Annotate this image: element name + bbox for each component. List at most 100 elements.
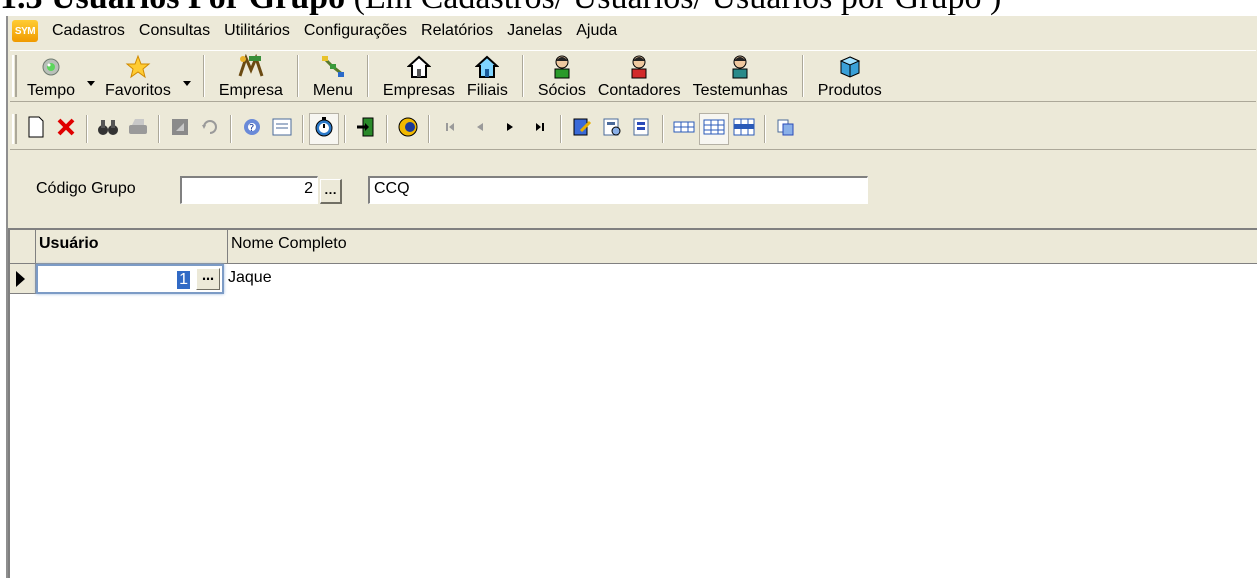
menu-janelas[interactable]: Janelas bbox=[501, 18, 570, 44]
tempo-button[interactable]: Tempo bbox=[21, 51, 96, 101]
toolbar-grip[interactable] bbox=[12, 55, 17, 97]
timer-button[interactable] bbox=[309, 112, 339, 145]
find-button[interactable] bbox=[93, 113, 123, 145]
usuario-lookup-button[interactable]: … bbox=[196, 268, 220, 290]
row-indicator[interactable] bbox=[10, 264, 36, 294]
toolbar-separator bbox=[428, 114, 430, 143]
empresas-label: Empresas bbox=[382, 82, 455, 99]
grid-select-icon bbox=[733, 117, 755, 141]
stopwatch-icon bbox=[313, 116, 335, 142]
toolbar-separator bbox=[662, 114, 664, 143]
users-grid: Usuário Nome Completo 1 … Jaque bbox=[8, 228, 1257, 578]
form-view-icon bbox=[272, 118, 292, 140]
new-record-button[interactable] bbox=[21, 113, 51, 145]
form-view-button[interactable] bbox=[267, 113, 297, 145]
main-toolbar: Tempo Favoritos Empresa Menu Empresas Fi… bbox=[10, 50, 1256, 102]
toolbar-grip[interactable] bbox=[12, 113, 17, 144]
table-row[interactable]: 1 … Jaque bbox=[10, 264, 1257, 294]
column-header-usuario[interactable]: Usuário bbox=[36, 230, 228, 264]
nome-completo-cell: Jaque bbox=[228, 269, 272, 286]
menu-cadastros[interactable]: Cadastros bbox=[46, 18, 133, 44]
prior-record-button[interactable] bbox=[465, 113, 495, 145]
box-icon bbox=[838, 53, 862, 80]
usuario-cell-value[interactable]: 1 bbox=[177, 271, 190, 289]
empresa-label: Empresa bbox=[218, 82, 283, 99]
exit-button[interactable] bbox=[351, 113, 381, 145]
print-button[interactable] bbox=[123, 113, 153, 145]
produtos-label: Produtos bbox=[817, 82, 882, 99]
empresas-button[interactable]: Empresas bbox=[377, 51, 461, 101]
edit-icon bbox=[572, 117, 592, 141]
menu-label: Menu bbox=[312, 82, 353, 99]
menu-utilitarios[interactable]: Utilitários bbox=[218, 18, 298, 44]
report-icon bbox=[602, 117, 622, 141]
support-globe-icon bbox=[397, 116, 419, 142]
grid-header: Usuário Nome Completo bbox=[10, 230, 1257, 264]
testemunhas-button[interactable]: Testemunhas bbox=[687, 51, 794, 101]
refresh-icon bbox=[200, 117, 220, 141]
next-record-button[interactable] bbox=[495, 113, 525, 145]
contadores-label: Contadores bbox=[597, 82, 681, 99]
toolbar-separator bbox=[296, 55, 299, 97]
testemunhas-label: Testemunhas bbox=[692, 82, 788, 99]
new-record-icon bbox=[27, 116, 45, 142]
grid-view-button[interactable] bbox=[669, 113, 699, 145]
report-button[interactable] bbox=[597, 113, 627, 145]
app-logo-icon[interactable]: SYM bbox=[12, 20, 38, 42]
delete-record-icon bbox=[56, 117, 76, 141]
contadores-button[interactable]: Contadores bbox=[592, 51, 687, 101]
filiais-button[interactable]: Filiais bbox=[461, 51, 514, 101]
menu-ajuda[interactable]: Ajuda bbox=[570, 18, 625, 44]
document-heading-rest: (Em Cadastros/ Usuários/ Usuários por Gr… bbox=[345, 0, 1002, 16]
menu-configuracoes[interactable]: Configurações bbox=[298, 18, 415, 44]
codigo-grupo-field[interactable]: 2 bbox=[180, 176, 318, 204]
menu-consultas[interactable]: Consultas bbox=[133, 18, 218, 44]
person-teal-icon bbox=[728, 53, 752, 80]
first-record-button[interactable] bbox=[435, 113, 465, 145]
edit-button[interactable] bbox=[567, 113, 597, 145]
exit-door-icon bbox=[355, 116, 377, 142]
last-record-icon bbox=[533, 119, 547, 138]
grid-edit-icon bbox=[703, 117, 725, 141]
tempo-dropdown-icon[interactable] bbox=[87, 81, 96, 86]
last-record-button[interactable] bbox=[525, 113, 555, 145]
empresa-button[interactable]: Empresa bbox=[213, 51, 289, 101]
current-row-pointer-icon bbox=[16, 271, 25, 287]
support-button[interactable] bbox=[393, 113, 423, 145]
favoritos-label: Favoritos bbox=[105, 82, 171, 99]
favoritos-dropdown-icon[interactable] bbox=[182, 81, 191, 86]
first-record-icon bbox=[443, 119, 457, 138]
house-icon bbox=[406, 53, 431, 80]
copy-button[interactable] bbox=[771, 113, 801, 145]
save-icon bbox=[170, 117, 190, 141]
delete-record-button[interactable] bbox=[51, 113, 81, 145]
document-heading-bold: 1.3 Usuários Por Grupo bbox=[0, 0, 345, 16]
codigo-grupo-lookup-button[interactable]: … bbox=[320, 179, 342, 204]
save-button[interactable] bbox=[165, 113, 195, 145]
svg-text:?: ? bbox=[249, 123, 254, 134]
column-header-nome-completo[interactable]: Nome Completo bbox=[228, 230, 1257, 264]
toolbar-separator bbox=[521, 55, 524, 97]
menu-relatorios[interactable]: Relatórios bbox=[415, 18, 501, 44]
toolbar-separator bbox=[560, 114, 562, 143]
record-toolbar: ? bbox=[10, 108, 1256, 150]
house-branch-icon bbox=[475, 53, 500, 80]
tempo-label: Tempo bbox=[27, 82, 76, 99]
socios-button[interactable]: Sócios bbox=[532, 51, 592, 101]
produtos-button[interactable]: Produtos bbox=[812, 51, 888, 101]
refresh-button[interactable] bbox=[195, 113, 225, 145]
help-button[interactable]: ? bbox=[237, 113, 267, 145]
grupo-description-field[interactable]: CCQ bbox=[368, 176, 868, 204]
favoritos-button[interactable]: Favoritos bbox=[99, 51, 191, 101]
menu-bar: SYM Cadastros Consultas Utilitários Conf… bbox=[8, 16, 1257, 46]
toolbar-separator bbox=[86, 114, 88, 143]
usuario-cell-editor[interactable]: 1 … bbox=[36, 264, 224, 294]
group-filter-row: Código Grupo 2 … CCQ bbox=[8, 176, 1257, 206]
menu-tree-icon bbox=[320, 53, 346, 80]
menu-button[interactable]: Menu bbox=[307, 51, 359, 101]
binoculars-icon bbox=[97, 117, 119, 141]
report-preview-button[interactable] bbox=[627, 113, 657, 145]
grid-select-button[interactable] bbox=[729, 113, 759, 145]
toolbar-separator bbox=[230, 114, 232, 143]
grid-edit-button[interactable] bbox=[699, 112, 729, 145]
